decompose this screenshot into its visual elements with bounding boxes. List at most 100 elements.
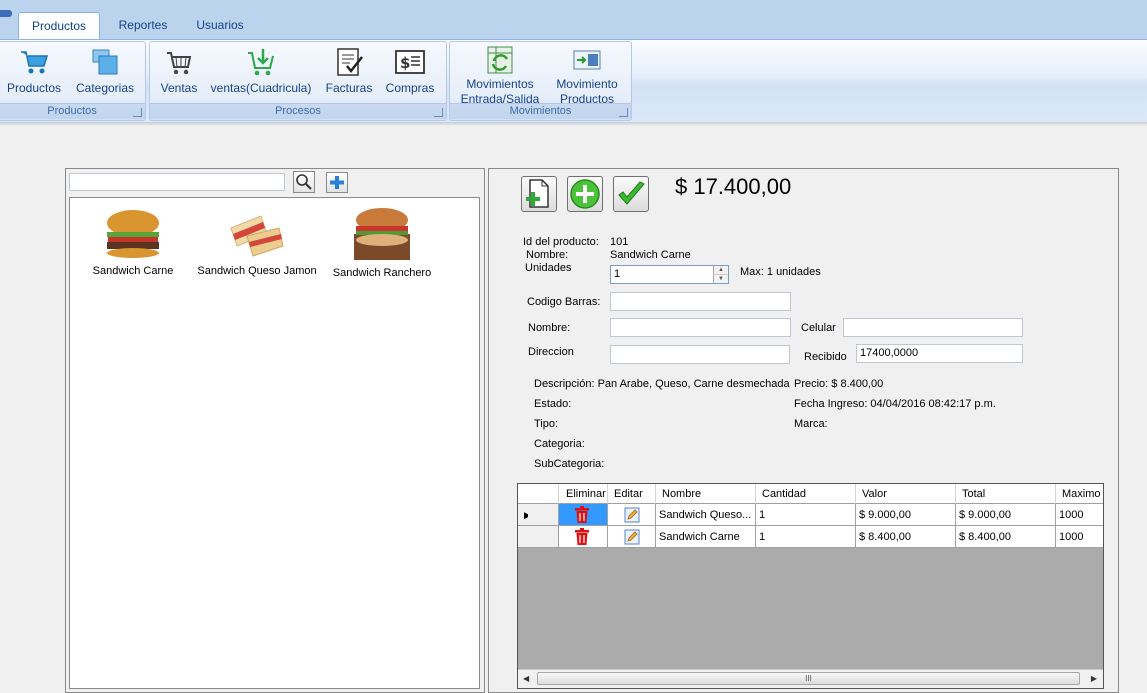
- compras-button-label: Compras: [385, 81, 435, 95]
- column-header-cantidad[interactable]: Cantidad: [756, 484, 856, 504]
- search-button[interactable]: [293, 171, 315, 193]
- productos-button[interactable]: Productos: [3, 46, 65, 96]
- row-selector[interactable]: [528, 504, 559, 526]
- cell-nombre[interactable]: Sandwich Carne: [656, 526, 756, 548]
- invoice-check-icon: [333, 46, 365, 78]
- edit-row-button[interactable]: [608, 526, 656, 548]
- direccion-input[interactable]: [610, 345, 790, 364]
- row-header[interactable]: ▶: [518, 504, 528, 526]
- delete-row-button[interactable]: [559, 526, 608, 548]
- tab-reportes[interactable]: Reportes: [108, 12, 178, 39]
- column-header-nombre[interactable]: Nombre: [656, 484, 756, 504]
- product-tile-sandwich-queso-jamon[interactable]: Sandwich Queso Jamon: [192, 206, 322, 277]
- row-selector[interactable]: [528, 526, 559, 548]
- plus-circle-icon: [570, 179, 600, 209]
- column-header-valor[interactable]: Valor: [856, 484, 956, 504]
- add-item-button[interactable]: [567, 176, 603, 212]
- dialog-launcher-icon[interactable]: [133, 108, 142, 117]
- trash-icon: [575, 506, 589, 523]
- edit-icon: [624, 507, 640, 523]
- facturas-button[interactable]: Facturas: [322, 46, 376, 96]
- cell-total[interactable]: $ 9.000,00: [956, 504, 1056, 526]
- movimiento-productos-button[interactable]: Movimiento Productos: [550, 44, 624, 107]
- group-productos-caption: Productos: [0, 103, 145, 119]
- column-header-maximo[interactable]: Maximo: [1056, 484, 1103, 504]
- units-down-icon[interactable]: ▼: [713, 275, 728, 283]
- movimientos-entrada-salida-button[interactable]: Movimientos Entrada/Salida: [454, 44, 546, 107]
- plus-icon: [330, 176, 344, 189]
- cart-icon: [18, 46, 50, 78]
- confirm-sale-button[interactable]: [613, 176, 649, 212]
- categoria-text: Categoria:: [534, 438, 585, 450]
- ribbon-body: Productos Categorias Productos Ventas ve…: [0, 39, 1147, 123]
- fecha-ingreso-text: Fecha Ingreso: 04/04/2016 08:42:17 p.m.: [794, 398, 996, 410]
- cell-total[interactable]: $ 8.400,00: [956, 526, 1056, 548]
- recibido-input[interactable]: 17400,0000: [856, 344, 1023, 363]
- search-input[interactable]: [69, 173, 285, 191]
- scroll-left-icon[interactable]: ◀: [523, 674, 529, 683]
- row-header[interactable]: [518, 526, 528, 548]
- sale-total: $ 17.400,00: [675, 174, 792, 199]
- cell-valor[interactable]: $ 9.000,00: [856, 504, 956, 526]
- column-header-eliminar[interactable]: Eliminar: [559, 484, 608, 504]
- categorias-button-label: Categorias: [75, 81, 135, 95]
- estado-text: Estado:: [534, 398, 572, 410]
- ventas-cuadricula-button-label: ventas(Cuadricula): [210, 81, 312, 95]
- horizontal-scrollbar[interactable]: ◀ III ▶: [518, 669, 1103, 688]
- group-procesos-caption: Procesos: [150, 103, 446, 119]
- edit-row-button[interactable]: [608, 504, 656, 526]
- units-stepper[interactable]: 1 ▲ ▼: [610, 265, 729, 284]
- delete-row-button[interactable]: [559, 504, 608, 526]
- group-productos: Productos Categorias Productos: [0, 41, 146, 121]
- column-header-total[interactable]: Total: [956, 484, 1056, 504]
- tab-productos[interactable]: Productos: [18, 12, 100, 40]
- product-name: Sandwich Ranchero: [332, 267, 432, 279]
- svg-text:$: $: [400, 54, 410, 72]
- cell-cantidad[interactable]: 1: [756, 504, 856, 526]
- id-value: 101: [610, 236, 629, 248]
- sale-items-grid[interactable]: Eliminar Editar Nombre Cantidad Valor To…: [517, 483, 1104, 689]
- units-label: Unidades: [525, 262, 572, 274]
- product-tile-sandwich-carne[interactable]: Sandwich Carne: [68, 206, 198, 277]
- spreadsheet-refresh-icon: [484, 44, 516, 76]
- dialog-launcher-icon[interactable]: [434, 108, 443, 117]
- grilled-sandwich-image: [230, 215, 284, 257]
- column-header-editar[interactable]: Editar: [608, 484, 656, 504]
- direccion-label: Direccion: [528, 346, 574, 358]
- dollar-document-icon: $: [394, 46, 426, 78]
- folders-icon: [89, 46, 121, 78]
- tab-usuarios[interactable]: Usuarios: [186, 12, 254, 39]
- cell-nombre[interactable]: Sandwich Queso...: [656, 504, 756, 526]
- application-menu-button[interactable]: [0, 10, 12, 17]
- compras-button[interactable]: $ Compras: [382, 46, 438, 96]
- precio-text: Precio: $ 8.400,00: [794, 378, 884, 390]
- cell-maximo[interactable]: 1000: [1056, 526, 1103, 548]
- descripcion-text: Descripción: Pan Arabe, Queso, Carne des…: [534, 378, 790, 390]
- checkmark-icon: [618, 181, 645, 205]
- units-value: 1: [614, 268, 621, 280]
- celular-input[interactable]: [843, 318, 1023, 337]
- scroll-right-icon[interactable]: ▶: [1091, 674, 1097, 683]
- ventas-cuadricula-button[interactable]: ventas(Cuadricula): [208, 46, 314, 96]
- product-tile-sandwich-ranchero[interactable]: Sandwich Ranchero: [317, 200, 447, 279]
- cart-download-icon: [245, 46, 277, 78]
- tipo-text: Tipo:: [534, 418, 559, 430]
- categorias-button[interactable]: Categorias: [73, 46, 137, 96]
- codigo-barras-input[interactable]: [610, 292, 791, 311]
- ventas-button[interactable]: Ventas: [156, 46, 202, 96]
- transfer-icon: [571, 44, 603, 76]
- units-up-icon[interactable]: ▲: [713, 266, 728, 275]
- group-movimientos: Movimientos Entrada/Salida Movimiento Pr…: [449, 41, 632, 121]
- cell-valor[interactable]: $ 8.400,00: [856, 526, 956, 548]
- new-sale-button[interactable]: [521, 176, 557, 212]
- nombre-input[interactable]: [610, 318, 791, 337]
- scroll-thumb[interactable]: III: [537, 672, 1080, 685]
- marca-text: Marca:: [794, 418, 828, 430]
- cell-maximo[interactable]: 1000: [1056, 504, 1103, 526]
- new-document-icon: [526, 179, 549, 208]
- group-procesos: Ventas ventas(Cuadricula) Facturas $ Com…: [149, 41, 447, 121]
- dialog-launcher-icon[interactable]: [619, 108, 628, 117]
- add-product-button[interactable]: [326, 172, 348, 193]
- productos-button-label: Productos: [6, 81, 62, 95]
- cell-cantidad[interactable]: 1: [756, 526, 856, 548]
